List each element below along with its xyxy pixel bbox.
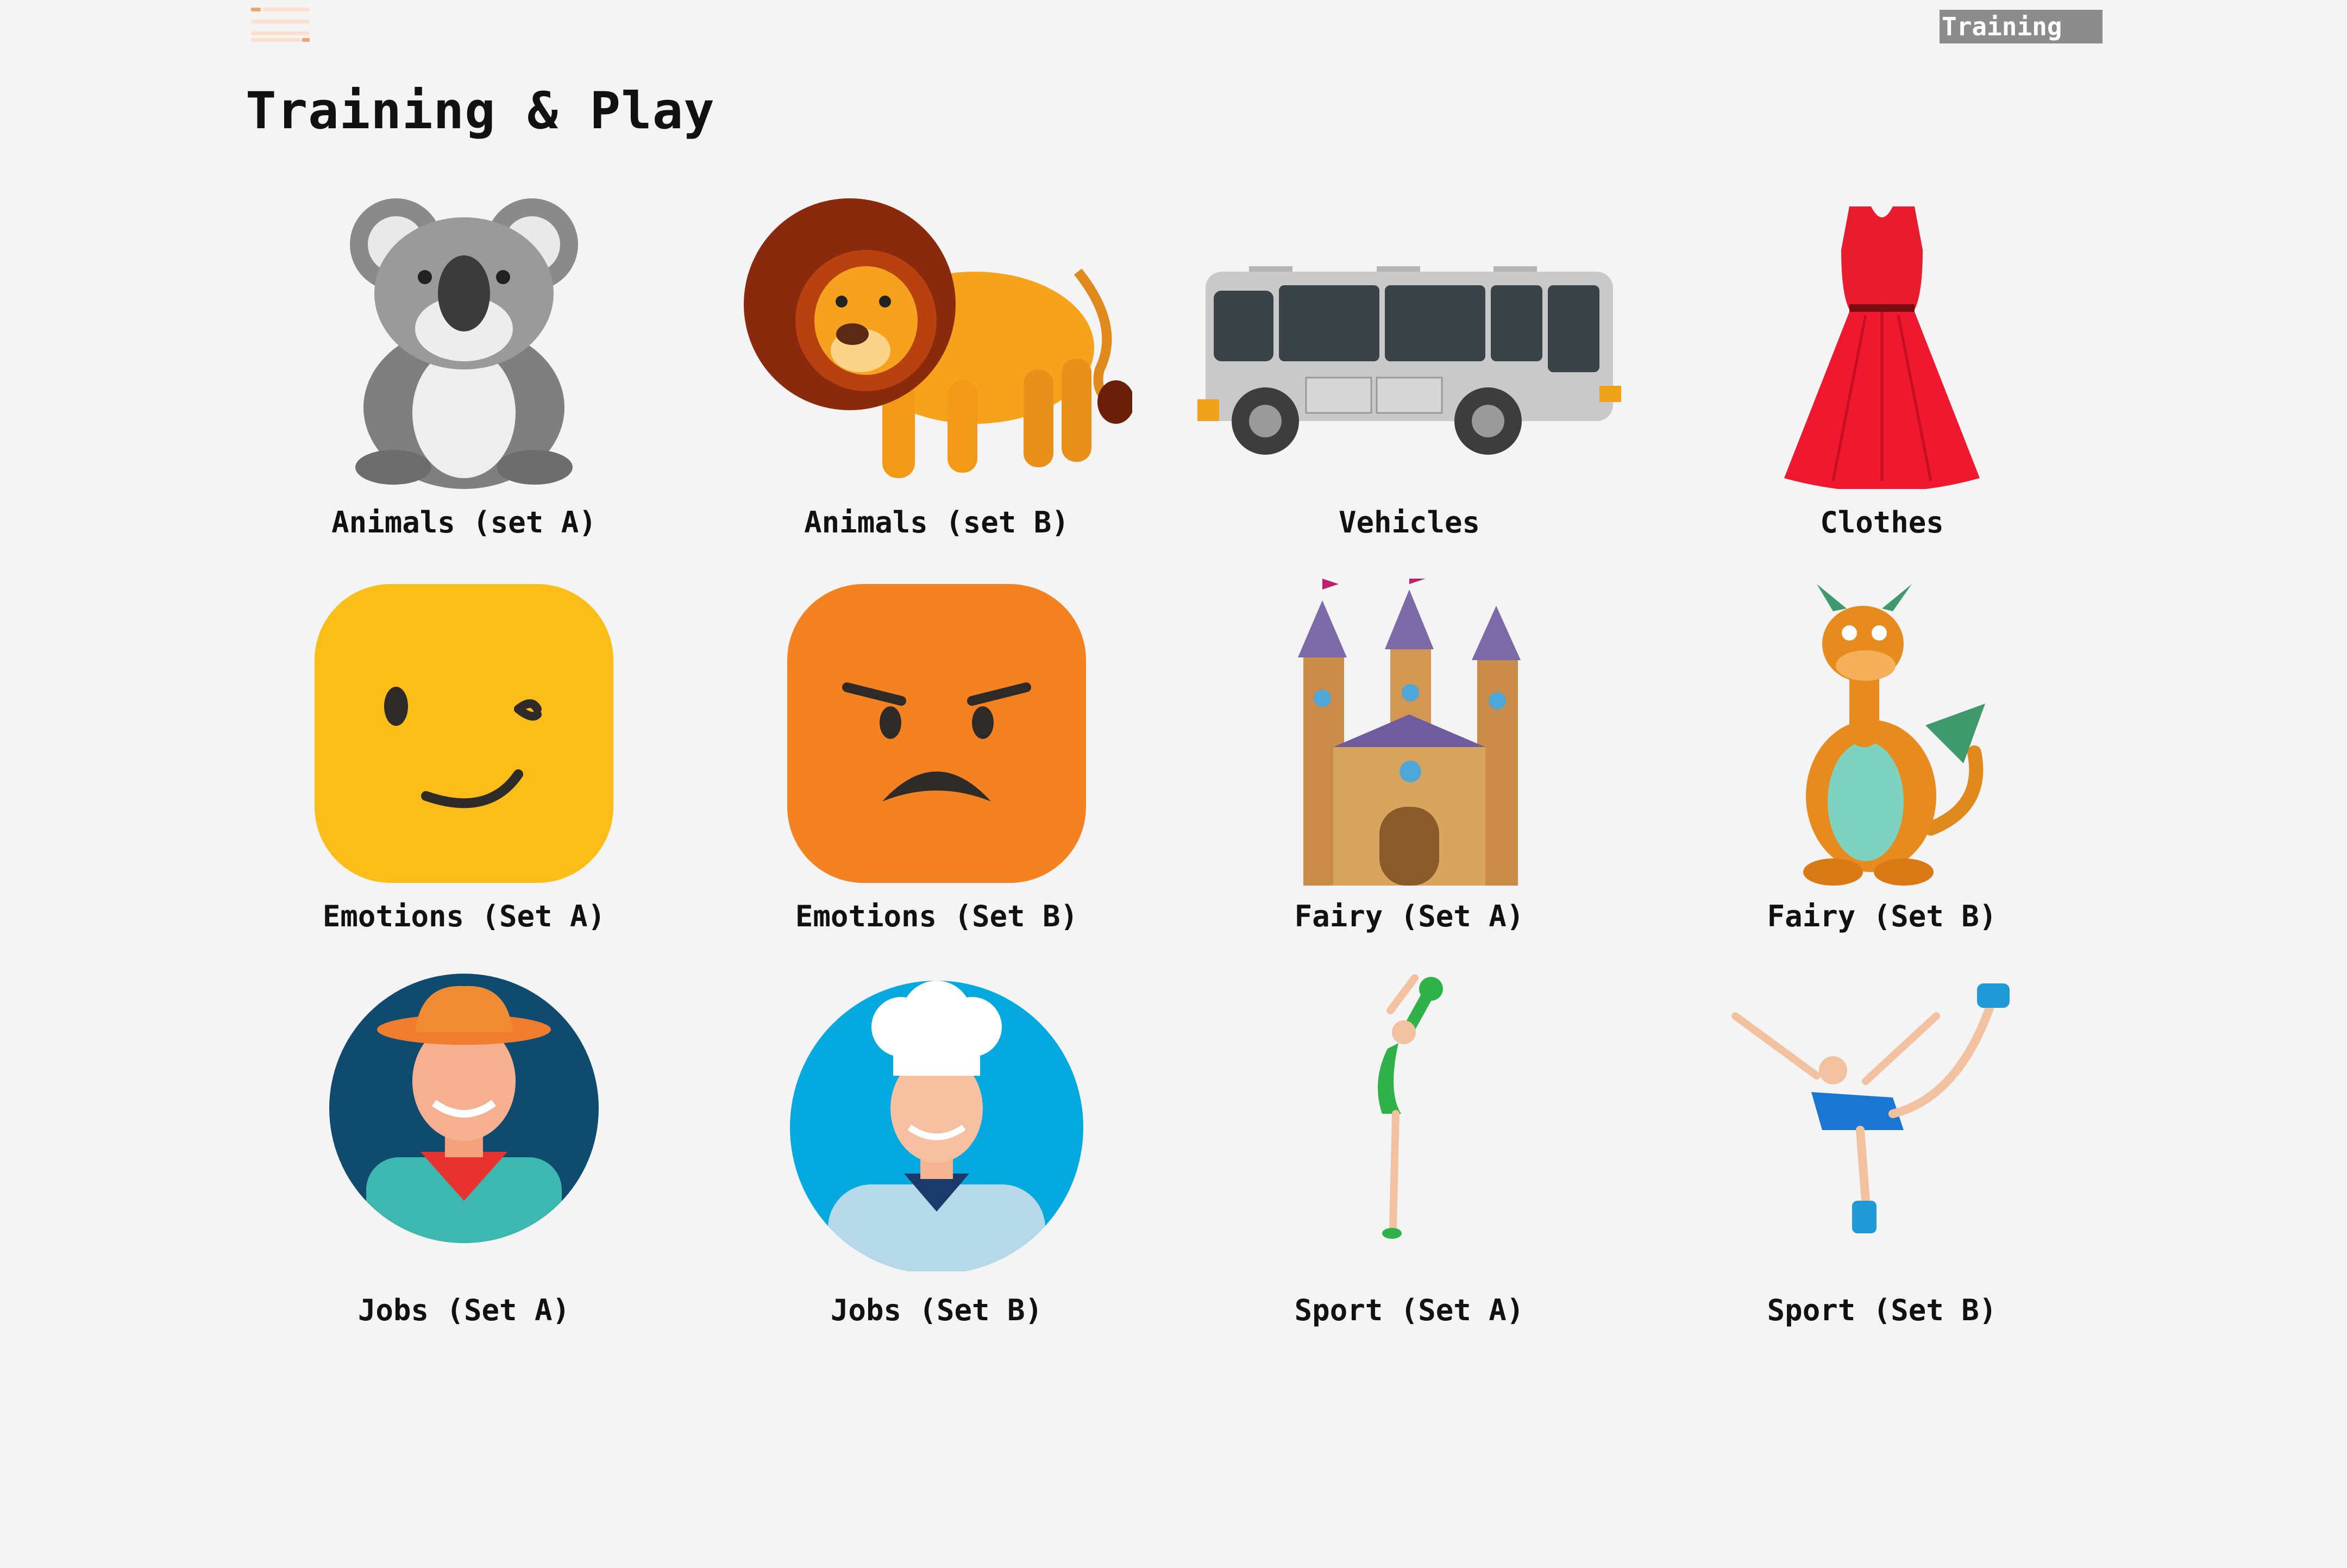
page-title: Training & Play [246, 81, 715, 141]
category-card-jobs-a[interactable]: Jobs (Set A) [247, 973, 681, 1337]
category-card-animals-b[interactable]: Animals (set B) [719, 185, 1154, 549]
category-label: Jobs (Set B) [830, 1293, 1043, 1327]
bus-icon [1192, 185, 1627, 489]
category-label: Fairy (Set B) [1767, 899, 1997, 933]
category-card-fairy-b[interactable]: Fairy (Set B) [1665, 579, 2099, 943]
gymnast-icon [1192, 973, 1627, 1255]
category-card-sport-b[interactable]: Sport (Set B) [1665, 973, 2099, 1337]
category-label: Clothes [1820, 505, 1944, 540]
angry-face-icon [719, 579, 1154, 888]
category-label: Emotions (Set B) [795, 899, 1078, 933]
winking-face-icon [247, 579, 681, 888]
tab-training[interactable]: Training [1940, 10, 2103, 43]
koala-icon [247, 185, 681, 489]
category-label: Animals (set B) [804, 505, 1069, 540]
category-card-sport-a[interactable]: Sport (Set A) [1192, 973, 1627, 1337]
category-label: Sport (Set B) [1767, 1293, 1997, 1327]
red-dress-icon [1665, 185, 2099, 489]
category-card-emotions-b[interactable]: Emotions (Set B) [719, 579, 1154, 943]
category-label: Animals (set A) [331, 505, 597, 540]
castle-icon [1192, 579, 1627, 894]
figure-skater-icon [1665, 973, 2099, 1255]
category-card-jobs-b[interactable]: Jobs (Set B) [719, 973, 1154, 1337]
category-card-vehicles[interactable]: Vehicles [1192, 185, 1627, 549]
chef-icon [719, 973, 1154, 1271]
top-bar: Training [0, 0, 2347, 60]
category-card-emotions-a[interactable]: Emotions (Set A) [247, 579, 681, 943]
category-label: Jobs (Set A) [357, 1293, 570, 1327]
lion-icon [719, 185, 1154, 494]
dragon-icon [1665, 579, 2099, 894]
category-card-fairy-a[interactable]: Fairy (Set A) [1192, 579, 1627, 943]
cowboy-icon [247, 973, 681, 1244]
category-label: Fairy (Set A) [1294, 899, 1524, 933]
category-card-animals-a[interactable]: Animals (set A) [247, 185, 681, 549]
category-label: Sport (Set A) [1294, 1293, 1524, 1327]
category-label: Emotions (Set A) [322, 899, 606, 933]
category-label: Vehicles [1338, 505, 1480, 540]
hamburger-menu-icon[interactable] [251, 8, 311, 46]
category-card-clothes[interactable]: Clothes [1665, 185, 2099, 549]
